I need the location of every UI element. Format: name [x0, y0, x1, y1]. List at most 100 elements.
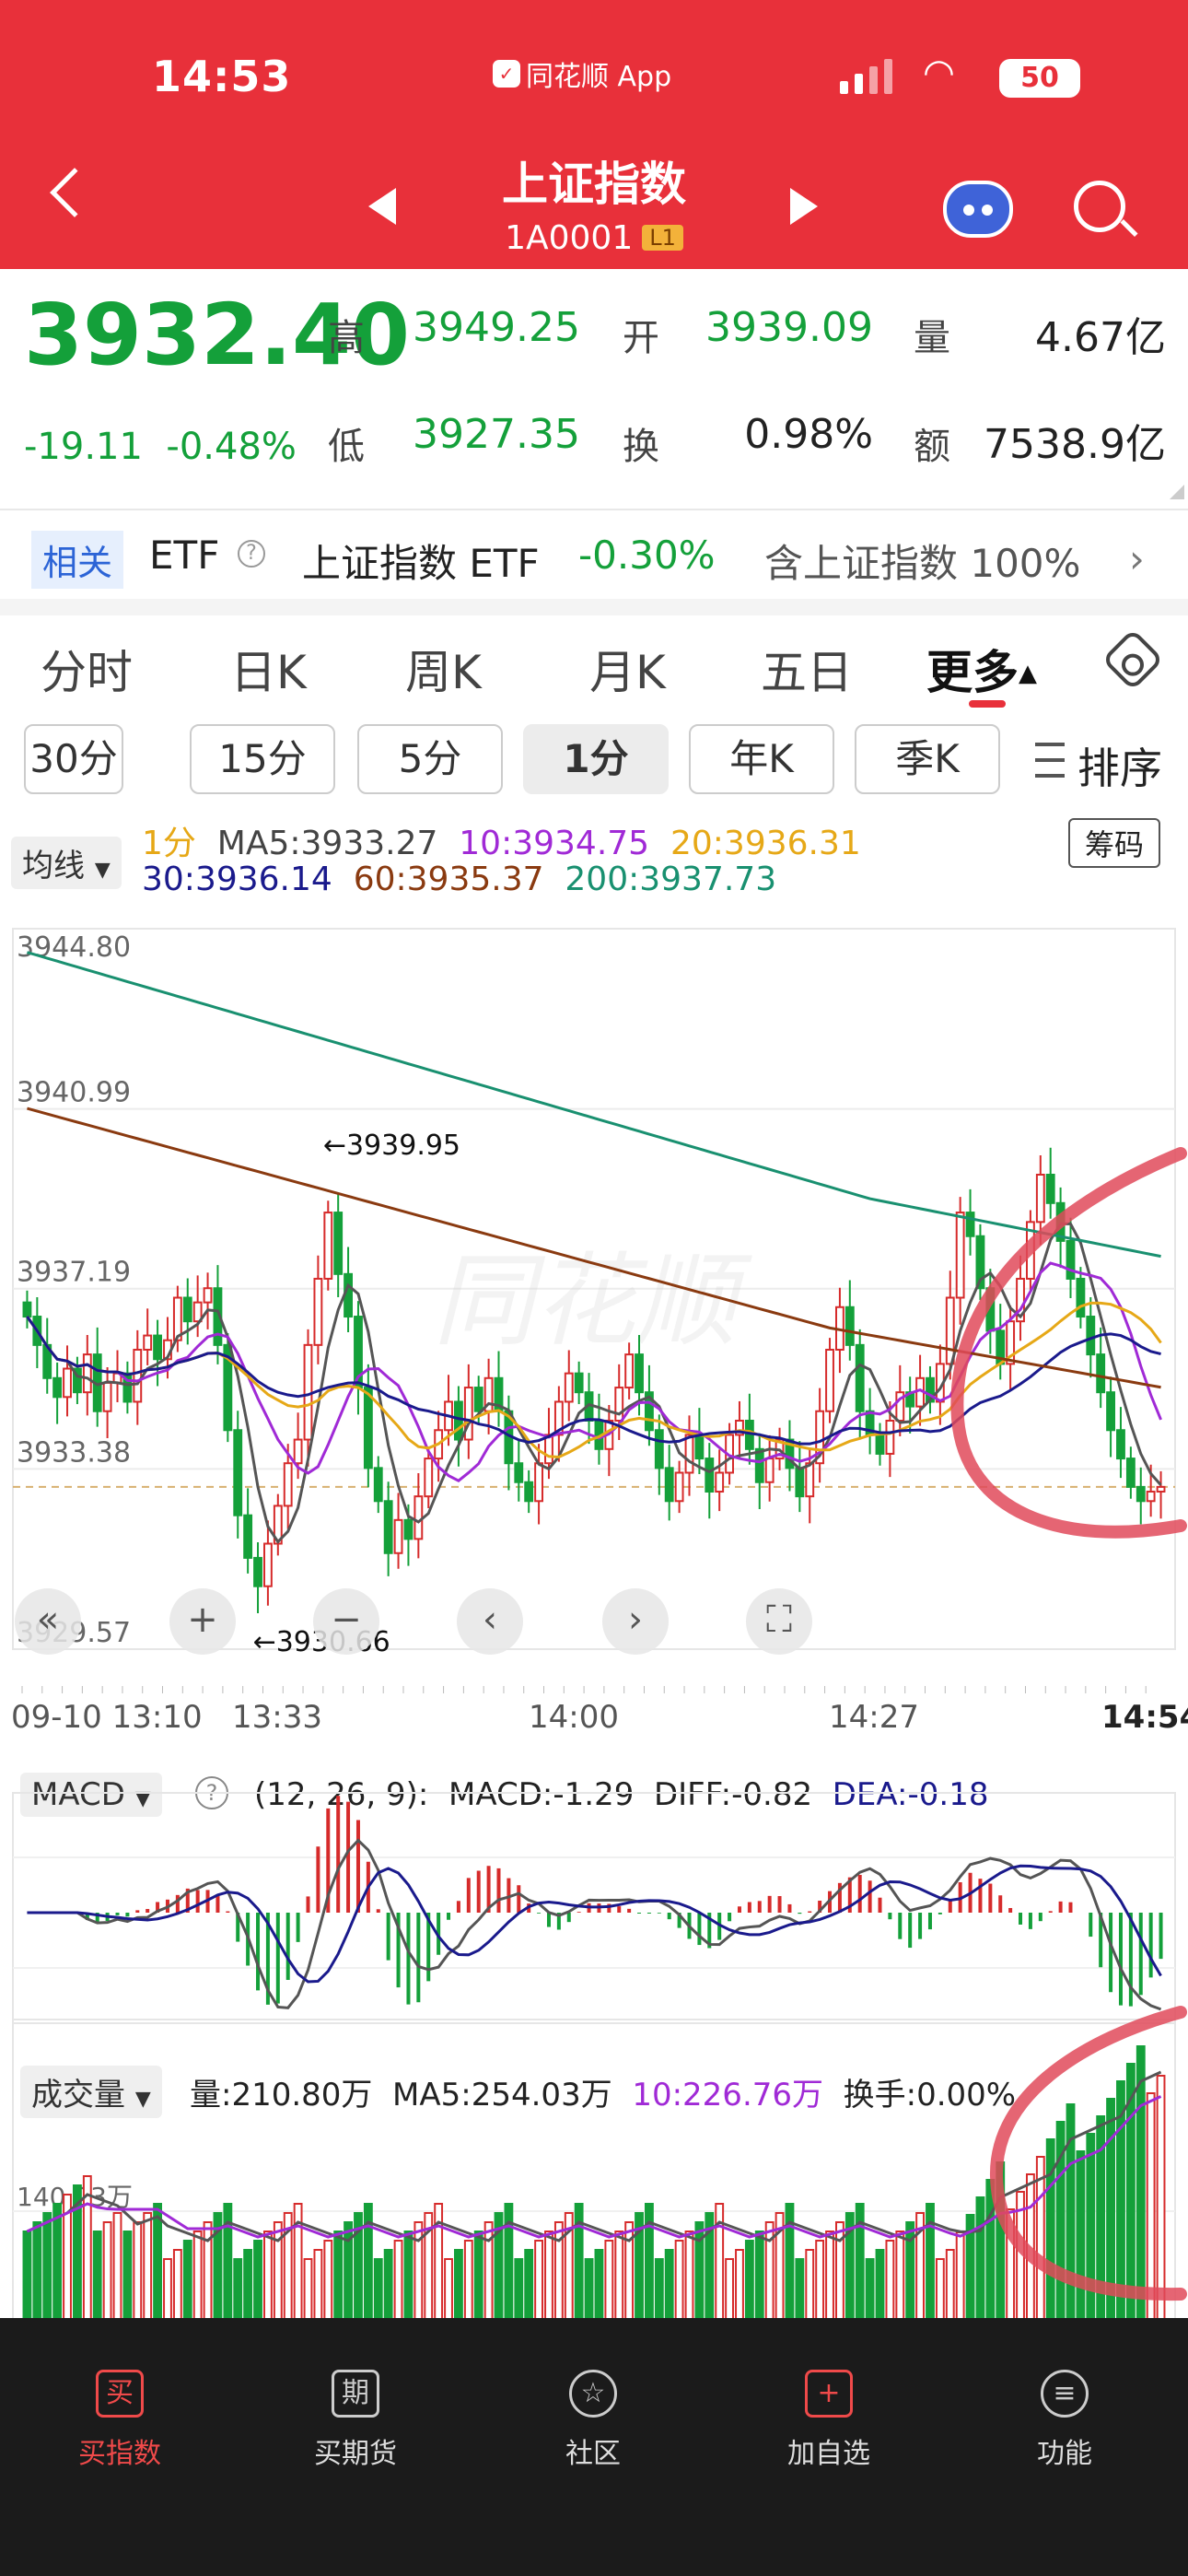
chevron-right-icon: › [1129, 536, 1145, 581]
period-30min[interactable]: 30分 [24, 724, 123, 794]
tab-month-k[interactable]: 月K [589, 636, 666, 702]
period-15min[interactable]: 15分 [190, 724, 335, 794]
etf-name: 上证指数 ETF [302, 541, 540, 586]
volume-bar [1035, 2156, 1045, 2324]
volume-bar [253, 2240, 262, 2324]
pan-left-icon[interactable]: ‹ [457, 1588, 523, 1655]
period-season-k[interactable]: 季K [855, 724, 1000, 794]
low-value: 3927.35 [413, 411, 580, 458]
y-tick-label: 3933.38 [17, 1436, 131, 1469]
candle-body [955, 1212, 965, 1299]
functions-button[interactable]: ≡ 功能 [991, 2370, 1138, 2471]
caret-up-icon: ▲ [1019, 660, 1037, 687]
legend-ma10: 10:3934.75 [459, 825, 650, 862]
period-year-k[interactable]: 年K [689, 724, 834, 794]
futures-icon: 期 [332, 2370, 379, 2418]
tab-week-k[interactable]: 周K [405, 636, 482, 702]
volume-bar [1086, 2133, 1096, 2324]
watermark: 同花顺 [433, 1242, 752, 1360]
open-label: 开 [623, 317, 659, 359]
candle-body [524, 1481, 534, 1503]
candle-body [182, 1296, 192, 1323]
sort-label[interactable]: 排序 [1077, 735, 1162, 796]
status-app-label: 同花顺 App [526, 61, 672, 93]
volume-bar [875, 2249, 885, 2324]
legend-ma5: MA5:3933.27 [216, 825, 438, 862]
candle-body [705, 1458, 715, 1493]
add-watchlist-button[interactable]: + 加自选 [755, 2370, 903, 2471]
active-tab-indicator [969, 700, 1006, 708]
period-1min[interactable]: 1分 [523, 724, 669, 794]
bottom-toolbar: 买 买指数 期 买期货 ☆ 社区 + 加自选 ≡ 功能 [0, 2318, 1188, 2576]
period-5min[interactable]: 5分 [357, 724, 503, 794]
candle-body [1116, 1429, 1125, 1460]
volume-bar [865, 2258, 875, 2324]
tab-day-k[interactable]: 日K [230, 636, 307, 702]
level-badge: L1 [642, 225, 683, 251]
candle-body [614, 1387, 624, 1422]
volume-bar [534, 2240, 544, 2324]
volume-bar [122, 2231, 133, 2324]
volume-bar [393, 2240, 403, 2324]
tab-five-day[interactable]: 五日 [761, 636, 853, 702]
tab-more-label: 更多 [926, 646, 1019, 699]
candle-body [754, 1447, 764, 1483]
quote-panel: 3932.40 -19.11 -0.48% 高 3949.25 开 3939.0… [0, 269, 1188, 509]
buy-futures-button[interactable]: 期 买期货 [282, 2370, 429, 2471]
candle-body [844, 1306, 855, 1346]
candle-body [694, 1434, 705, 1460]
candle-body [383, 1500, 393, 1554]
candle-body [373, 1467, 383, 1503]
ma-legend-row1: 1分 MA5:3933.27 10:3934.75 20:3936.31 [142, 816, 861, 864]
candle-body [795, 1467, 805, 1498]
indicator-dropdown[interactable]: 均线 ▼ [11, 837, 122, 889]
robot-assistant-icon[interactable] [943, 181, 1013, 238]
candle-body [1125, 1458, 1136, 1488]
x-tick-1333: 13:33 [232, 1699, 322, 1736]
volume-bar [815, 2240, 825, 2324]
change-value: -19.11 [24, 426, 143, 468]
buy-index-button[interactable]: 买 买指数 [46, 2370, 193, 2471]
sort-icon[interactable] [1035, 743, 1065, 778]
battery-indicator: 50 [999, 59, 1080, 98]
fullscreen-icon[interactable]: ⛶ [746, 1588, 812, 1655]
change-percent: -0.48% [166, 426, 297, 468]
legend-ma200: 200:3937.73 [565, 861, 777, 898]
search-icon[interactable] [1074, 181, 1125, 232]
candle-body [52, 1376, 63, 1399]
help-icon[interactable]: ? [238, 540, 265, 568]
candlestick-chart[interactable]: 3944.803940.993937.193933.383929.57同花顺←3… [0, 903, 1188, 1695]
expand-corner-icon[interactable] [1170, 485, 1184, 499]
zoom-out-icon[interactable]: − [313, 1588, 379, 1655]
candle-body [534, 1462, 544, 1503]
volume-bar [1156, 2075, 1166, 2324]
pan-right-icon[interactable]: › [602, 1588, 669, 1655]
related-etf-row[interactable]: 相关 ETF ? 上证指数 ETF -0.30% 含上证指数 100% › [0, 509, 1188, 599]
candle-body [363, 1387, 373, 1469]
x-tick-end: 14:54 [1101, 1699, 1188, 1736]
ma200-line [27, 951, 1161, 1259]
chips-button[interactable]: 筹码 [1068, 818, 1161, 868]
legend-ma30: 30:3936.14 [142, 861, 332, 898]
x-tick-1427: 14:27 [829, 1699, 919, 1736]
settings-icon[interactable] [1101, 628, 1164, 691]
community-button[interactable]: ☆ 社区 [519, 2370, 667, 2471]
y-tick-label: 3937.19 [17, 1257, 131, 1289]
tab-fenshi[interactable]: 分时 [41, 636, 133, 702]
candle-body [233, 1429, 243, 1516]
volume-bar [885, 2240, 895, 2324]
candle-body [1076, 1277, 1086, 1318]
zoom-in-icon[interactable]: + [169, 1588, 236, 1655]
tab-more[interactable]: 更多▲ [926, 636, 1037, 702]
candle-body [253, 1556, 262, 1587]
collapse-icon[interactable]: « [15, 1588, 81, 1655]
volume-bar [584, 2258, 594, 2324]
candle-body [674, 1471, 684, 1503]
candle-body [393, 1518, 403, 1554]
section-gap [0, 599, 1188, 615]
dropdown-caret-icon: ▼ [94, 859, 111, 882]
legend-period: 1分 [142, 825, 196, 862]
candle-body [344, 1272, 354, 1318]
candle-body [965, 1212, 975, 1237]
volume-bar [313, 2249, 323, 2324]
